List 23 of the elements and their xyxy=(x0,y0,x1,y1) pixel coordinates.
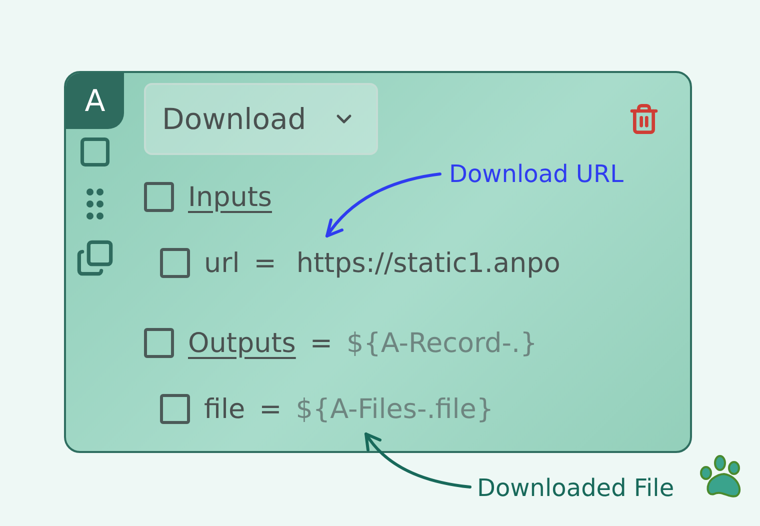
annotation-label: Download URL xyxy=(449,160,624,188)
checkbox[interactable] xyxy=(144,328,174,358)
equals-sign: = xyxy=(254,248,276,278)
drag-handle-icon[interactable] xyxy=(86,187,104,221)
checkbox[interactable] xyxy=(144,182,174,212)
annotation-label: Downloaded File xyxy=(477,474,674,502)
field-value: ${A-Files-.file} xyxy=(296,394,494,424)
checkbox[interactable] xyxy=(160,394,190,424)
action-dropdown[interactable]: Download xyxy=(144,83,378,155)
section-value: ${A-Record-.} xyxy=(346,328,538,358)
paw-icon xyxy=(700,455,741,498)
node-badge: A xyxy=(66,73,124,129)
checkbox[interactable] xyxy=(160,248,190,278)
copy-icon[interactable] xyxy=(76,239,114,277)
field-name: url xyxy=(204,248,240,278)
square-icon[interactable] xyxy=(78,135,112,169)
section-heading: Inputs xyxy=(188,182,272,212)
field-name: file xyxy=(204,394,246,424)
equals-sign: = xyxy=(310,328,332,358)
section-heading: Outputs xyxy=(188,328,296,358)
field-value: https://static1.anpo xyxy=(296,248,560,278)
equals-sign: = xyxy=(259,394,282,424)
delete-icon[interactable] xyxy=(628,103,660,135)
